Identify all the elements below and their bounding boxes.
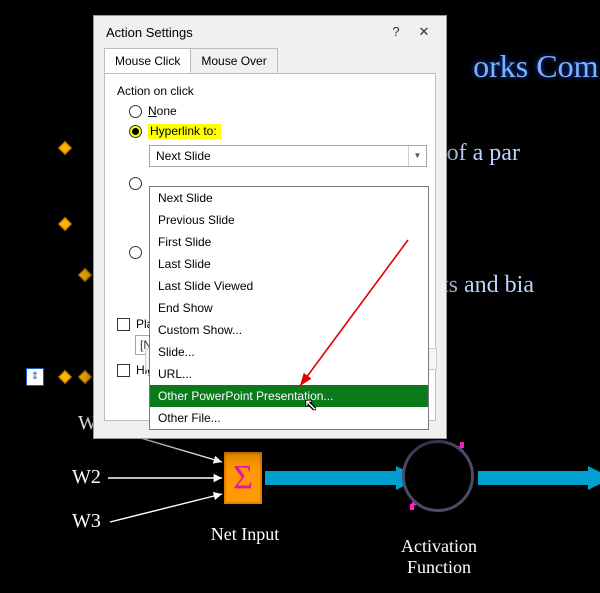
option-none[interactable]: None [129,104,425,118]
selection-handle[interactable] [78,268,92,282]
titlebar[interactable]: Action Settings ? ✕ [94,16,446,48]
dropdown-item[interactable]: First Slide [150,231,428,253]
selection-handle[interactable] [58,141,72,155]
checkbox-highlight[interactable] [117,364,130,377]
option-hyperlink[interactable]: Hyperlink to: [129,124,425,139]
dropdown-item[interactable]: End Show [150,297,428,319]
netinput-caption: Net Input [200,524,290,545]
selection-handle[interactable] [58,370,72,384]
w3-label: W3 [72,510,101,533]
group-label: Action on click [117,84,425,98]
w2-label: W2 [72,466,101,489]
action-settings-dialog: Action Settings ? ✕ Mouse Click Mouse Ov… [93,15,447,439]
dropdown-item[interactable]: Next Slide [150,187,428,209]
dropdown-item[interactable]: Other File... [150,407,428,429]
chevron-down-icon[interactable]: ▼ [408,146,426,166]
hyperlink-combo[interactable]: Next Slide ▼ [149,145,427,167]
close-button[interactable]: ✕ [410,20,438,44]
tab-panel: Action on click None Hyperlink to: Next … [104,73,436,421]
radio-run-program[interactable] [129,177,142,190]
sigma-node: Σ [224,452,262,504]
hyperlink-dropdown[interactable]: Next Slide Previous Slide First Slide La… [149,186,429,430]
selection-handle[interactable] [58,217,72,231]
dropdown-item[interactable]: URL... [150,363,428,385]
dropdown-item[interactable]: Previous Slide [150,209,428,231]
activation-node [402,440,474,512]
activation-caption: Activation Function [394,536,484,578]
selection-handle[interactable] [78,370,92,384]
dropdown-item[interactable]: Slide... [150,341,428,363]
dropdown-item[interactable]: Last Slide [150,253,428,275]
tabstrip: Mouse Click Mouse Over [104,48,436,73]
dropdown-item[interactable]: Last Slide Viewed [150,275,428,297]
checkbox-play[interactable] [117,318,130,331]
radio-run-macro[interactable] [129,246,142,259]
radio-none[interactable] [129,105,142,118]
dialog-title: Action Settings [106,25,382,40]
radio-hyperlink[interactable] [129,125,142,138]
dropdown-item[interactable]: Custom Show... [150,319,428,341]
anchor-indicator: ⇕ [26,368,44,386]
dropdown-item-selected[interactable]: Other PowerPoint Presentation... [150,385,428,407]
help-button[interactable]: ? [382,20,410,44]
tab-mouse-click[interactable]: Mouse Click [104,48,191,73]
tab-mouse-over[interactable]: Mouse Over [190,48,277,73]
